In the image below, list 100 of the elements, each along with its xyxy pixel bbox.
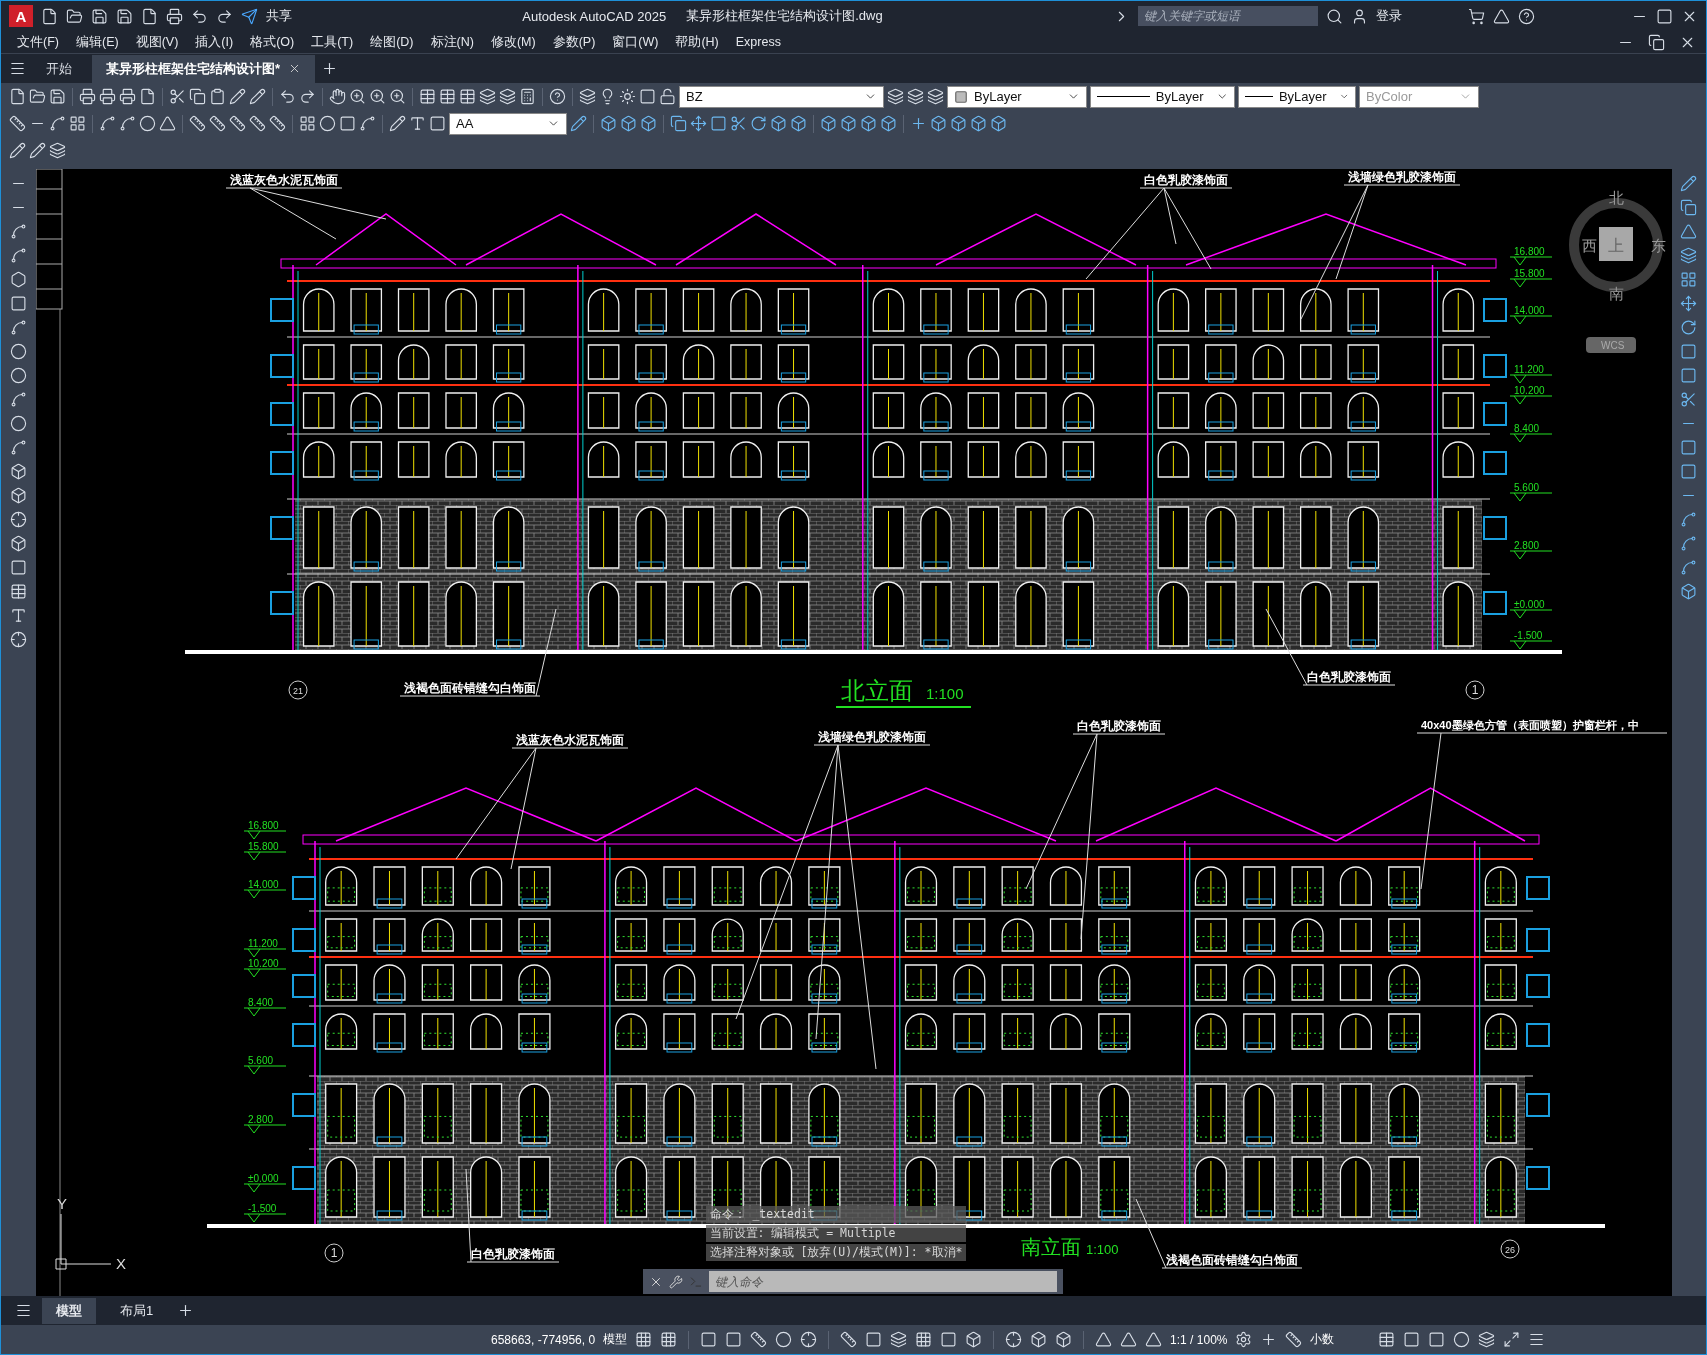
polygon-icon[interactable] xyxy=(9,271,27,288)
layers-icon[interactable] xyxy=(579,88,596,105)
layers-icon[interactable] xyxy=(907,88,924,105)
menu-item[interactable]: 标注(N) xyxy=(424,33,485,51)
pencil-icon[interactable] xyxy=(9,142,26,159)
menu-item[interactable]: 格式(O) xyxy=(244,33,306,51)
menu-item[interactable]: 视图(V) xyxy=(129,33,190,51)
save-icon[interactable] xyxy=(116,7,133,25)
square-icon[interactable] xyxy=(710,115,727,132)
menu-icon[interactable] xyxy=(1528,1331,1546,1348)
square-icon[interactable] xyxy=(9,295,27,312)
pencil-icon[interactable] xyxy=(229,88,246,105)
user-icon[interactable] xyxy=(1351,7,1368,25)
ucs-menu-button[interactable] xyxy=(1585,337,1636,353)
layers-icon[interactable] xyxy=(499,88,516,105)
table-icon[interactable] xyxy=(9,583,27,600)
pencil-icon[interactable] xyxy=(249,88,266,105)
menu-item[interactable]: 窗口(W) xyxy=(606,33,670,51)
document-tab[interactable]: 某异形柱框架住宅结构设计图* xyxy=(92,54,316,83)
pencil-icon[interactable] xyxy=(570,115,587,132)
table-icon[interactable] xyxy=(459,88,476,105)
cart-icon[interactable] xyxy=(1468,7,1485,25)
circle-icon[interactable] xyxy=(9,343,27,360)
square-icon[interactable] xyxy=(865,1331,883,1348)
text-style-dropdown[interactable]: AA xyxy=(449,112,567,135)
compass-label[interactable]: 东 xyxy=(1650,237,1666,254)
curve-icon[interactable] xyxy=(9,391,27,408)
curve-icon[interactable] xyxy=(119,115,136,132)
copy-icon[interactable] xyxy=(670,115,687,132)
menu-icon[interactable] xyxy=(15,1302,32,1319)
cube-icon[interactable] xyxy=(990,115,1007,132)
ruler-icon[interactable] xyxy=(249,115,266,132)
rotate-icon[interactable] xyxy=(750,115,767,132)
square-icon[interactable] xyxy=(339,115,356,132)
scissors-icon[interactable] xyxy=(730,115,747,132)
cube-icon[interactable] xyxy=(970,115,987,132)
lineweight-dropdown[interactable]: ByLayer xyxy=(1238,85,1356,108)
text-icon[interactable] xyxy=(9,607,27,624)
hand-icon[interactable] xyxy=(329,88,346,105)
ruler-icon[interactable] xyxy=(189,115,206,132)
grid-icon[interactable] xyxy=(660,1331,678,1348)
document-tab[interactable]: 开始 xyxy=(32,54,86,83)
square-icon[interactable] xyxy=(700,1331,718,1348)
printer-icon[interactable] xyxy=(119,88,136,105)
menu-item[interactable]: 文件(F) xyxy=(11,33,70,51)
layers-icon[interactable] xyxy=(887,88,904,105)
command-input-field[interactable]: 键入命令 xyxy=(708,1271,1057,1292)
menu-item[interactable]: Express xyxy=(729,35,792,49)
cube-icon[interactable] xyxy=(840,115,857,132)
file-icon[interactable] xyxy=(41,7,58,25)
curve-icon[interactable] xyxy=(9,247,27,264)
square-icon[interactable] xyxy=(639,88,656,105)
grid-icon[interactable] xyxy=(635,1331,653,1348)
ruler-icon[interactable] xyxy=(209,115,226,132)
curve-icon[interactable] xyxy=(9,439,27,456)
triangle-icon[interactable] xyxy=(1493,7,1510,25)
cube-icon[interactable] xyxy=(600,115,617,132)
settings-icon[interactable] xyxy=(1235,1331,1253,1348)
cube-icon[interactable] xyxy=(640,115,657,132)
app-menu-button[interactable]: A xyxy=(9,5,33,27)
grid-icon[interactable] xyxy=(915,1331,933,1348)
cube-icon[interactable] xyxy=(820,115,837,132)
save-icon[interactable] xyxy=(49,88,66,105)
layers-icon[interactable] xyxy=(49,142,66,159)
text-icon[interactable] xyxy=(409,115,426,132)
cube-icon[interactable] xyxy=(770,115,787,132)
grid-icon[interactable] xyxy=(69,115,86,132)
restore-icon[interactable] xyxy=(1648,33,1665,51)
layers-icon[interactable] xyxy=(479,88,496,105)
square-icon[interactable] xyxy=(1403,1331,1421,1348)
table-icon[interactable] xyxy=(419,88,436,105)
maximize-icon[interactable] xyxy=(1656,7,1673,25)
cube-icon[interactable] xyxy=(9,535,27,552)
redo-icon[interactable] xyxy=(299,88,316,105)
curve-icon[interactable] xyxy=(1680,511,1698,528)
calculator-icon[interactable] xyxy=(519,88,536,105)
redo-icon[interactable] xyxy=(216,7,233,25)
menu-item[interactable]: 参数(P) xyxy=(546,33,607,51)
curve-icon[interactable] xyxy=(1680,535,1698,552)
file-icon[interactable] xyxy=(9,88,26,105)
circle-icon[interactable] xyxy=(9,415,27,432)
ruler-icon[interactable] xyxy=(269,115,286,132)
printer-icon[interactable] xyxy=(99,88,116,105)
cube-icon[interactable] xyxy=(880,115,897,132)
square-icon[interactable] xyxy=(725,1331,743,1348)
table-icon[interactable] xyxy=(439,88,456,105)
menu-item[interactable]: 绘图(D) xyxy=(364,33,425,51)
square-icon[interactable] xyxy=(940,1331,958,1348)
ruler-icon[interactable] xyxy=(9,115,26,132)
triangle-icon[interactable] xyxy=(1095,1331,1113,1348)
circle-icon[interactable] xyxy=(139,115,156,132)
printer-icon[interactable] xyxy=(79,88,96,105)
model-space-toggle[interactable]: 模型 xyxy=(603,1331,628,1348)
triangle-icon[interactable] xyxy=(1120,1331,1138,1348)
curve-icon[interactable] xyxy=(49,115,66,132)
share-link[interactable]: 共享 xyxy=(266,7,292,25)
linetype-dropdown[interactable]: ByLayer xyxy=(1090,85,1235,108)
file-icon[interactable] xyxy=(141,7,158,25)
color-dropdown[interactable]: ByLayer xyxy=(947,85,1087,108)
crosshair-icon[interactable] xyxy=(9,511,27,528)
